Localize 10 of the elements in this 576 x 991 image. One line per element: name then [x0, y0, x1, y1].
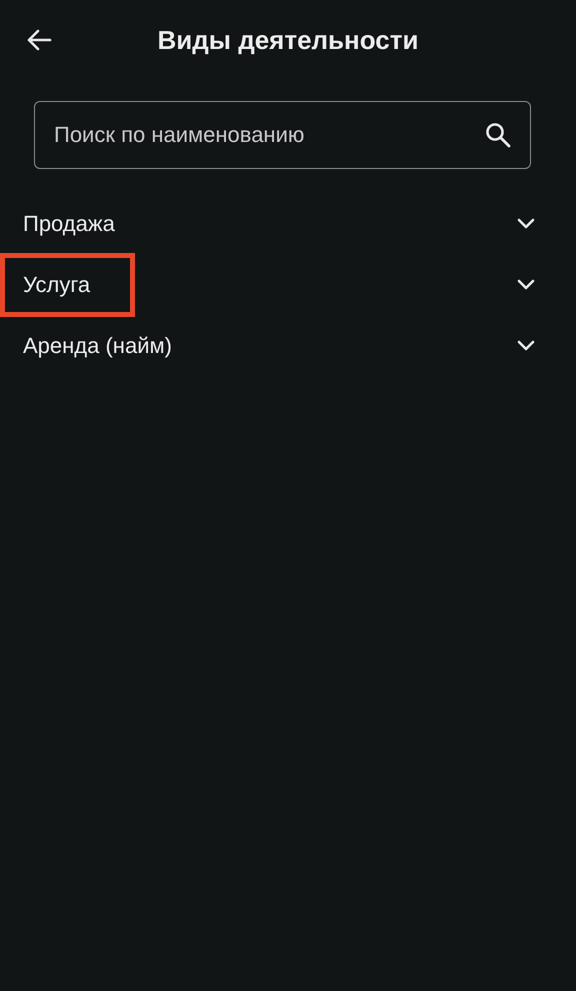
chevron-icon[interactable] [517, 278, 535, 290]
category-label: Продажа [22, 210, 116, 238]
search-field[interactable]: Поиск по наименованию [34, 101, 531, 169]
chevron-icon[interactable] [517, 340, 535, 352]
back-arrow-icon[interactable] [26, 29, 52, 51]
search-icon[interactable] [485, 122, 511, 148]
category-label: Услуга [0, 252, 136, 316]
category-label: Аренда (найм) [22, 332, 173, 360]
chevron-icon[interactable] [517, 218, 535, 230]
screen-title: Виды деятельности [158, 24, 418, 56]
